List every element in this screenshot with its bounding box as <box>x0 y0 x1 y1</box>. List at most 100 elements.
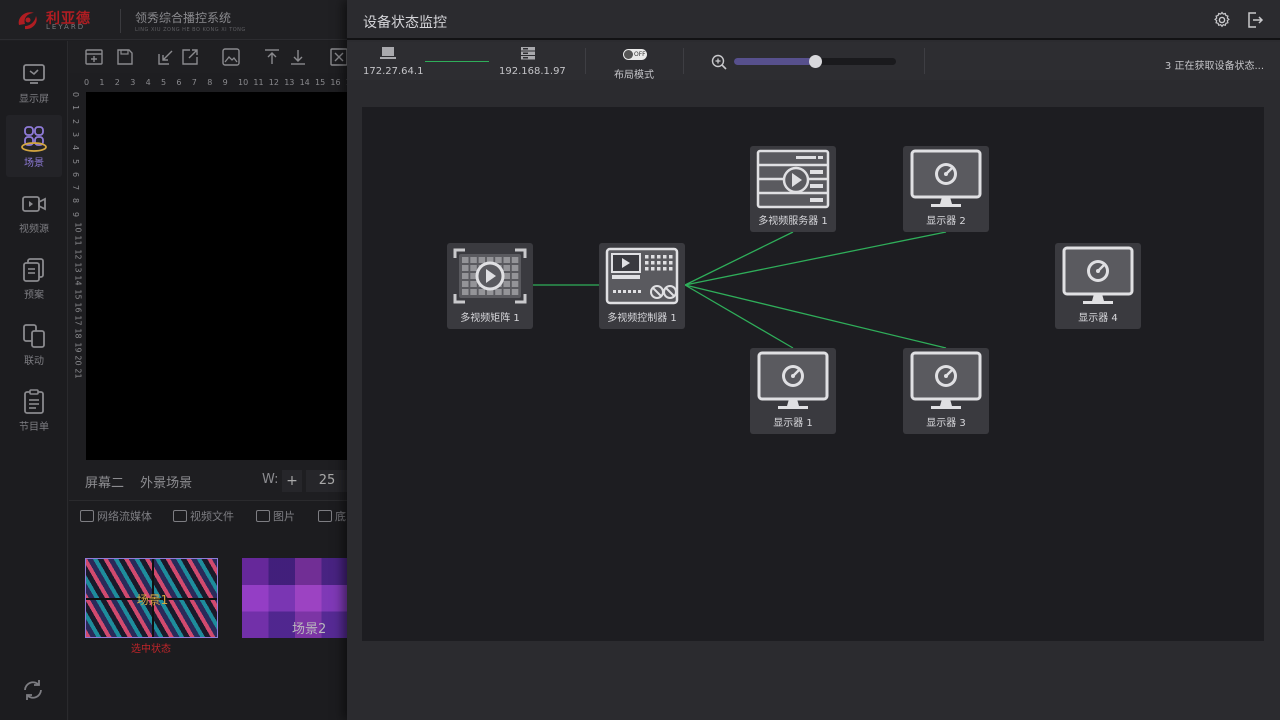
ruler-tick: 11 <box>73 235 83 246</box>
width-increment-button[interactable]: + <box>282 470 302 492</box>
sidebar-item-preset[interactable]: 预案 <box>6 247 62 309</box>
image-icon <box>256 510 270 522</box>
ruler-tick: 16 <box>73 302 83 313</box>
width-input[interactable]: 25 <box>306 470 348 492</box>
scene-thumbnail-2[interactable]: 场景2 <box>242 558 348 638</box>
device-node-display-3[interactable]: 显示器 3 <box>903 348 989 434</box>
device-node-video-server[interactable]: 多视频服务器 1 <box>750 146 836 232</box>
screen-canvas[interactable] <box>86 92 348 460</box>
sidebar-item-label: 视频源 <box>19 223 49 235</box>
zoom-slider[interactable] <box>734 55 896 68</box>
import-icon[interactable] <box>157 48 175 66</box>
scene-label: 场景2 <box>292 622 327 637</box>
ruler-tick: 12 <box>73 249 83 260</box>
ruler-tick: 13 <box>284 78 295 87</box>
toolbar-separator <box>924 48 925 74</box>
device-node-video-matrix[interactable]: 多视频矩阵 1 <box>447 243 533 329</box>
ruler-tick: 7 <box>191 78 197 87</box>
sidebar-item-label: 联动 <box>24 355 44 367</box>
ruler-tick: 10 <box>73 222 83 233</box>
device-label: 显示器 4 <box>1078 313 1118 324</box>
ruler-tick: 8 <box>71 198 81 204</box>
server-ip: 192.168.1.97 <box>499 66 566 77</box>
sidebar-item-display[interactable]: 显示屏 <box>6 51 62 113</box>
ruler-tick: 5 <box>71 158 81 164</box>
brand-logo: 利亚德 LEYARD <box>16 8 112 32</box>
link-controller-display1 <box>684 284 794 349</box>
add-window-icon[interactable] <box>85 48 103 66</box>
monitor-icon <box>910 149 982 209</box>
ruler-tick: 3 <box>71 131 81 137</box>
scene-selected-status: 选中状态 <box>131 644 171 655</box>
system-title: 领秀综合播控系统 LING XIU ZONG HE BO KONG XI TON… <box>120 9 246 33</box>
save-icon[interactable] <box>116 48 134 66</box>
tab-base[interactable]: 底 <box>318 508 346 524</box>
device-node-display-4[interactable]: 显示器 4 <box>1055 243 1141 329</box>
download-icon[interactable] <box>289 48 307 66</box>
tab-label: 视频文件 <box>190 510 234 523</box>
sidebar-item-label: 场景 <box>24 157 44 169</box>
sidebar-item-program-list[interactable]: 节目单 <box>6 379 62 441</box>
tab-label: 底 <box>335 510 346 523</box>
zoom-in-icon[interactable] <box>711 54 727 70</box>
device-node-display-2[interactable]: 显示器 2 <box>903 146 989 232</box>
gear-icon[interactable] <box>1213 11 1231 29</box>
device-label: 显示器 3 <box>926 418 966 429</box>
link-controller-server <box>684 231 794 286</box>
tab-label: 图片 <box>273 510 295 523</box>
vertical-ruler: 0 1 2 3 4 5 6 7 8 9 10 11 12 13 14 15 16 17 18 19 20 21 <box>71 90 83 440</box>
leyard-logo-icon <box>18 12 37 30</box>
video-controller-icon <box>605 247 679 305</box>
sidebar-item-video-source[interactable]: 视频源 <box>6 181 62 243</box>
scene-name: 外景场景 <box>140 476 193 491</box>
monitor-icon <box>757 351 829 411</box>
ruler-tick: 18 <box>73 328 83 339</box>
link-controller-display3 <box>684 284 947 349</box>
panel-title: 设备状态监控 <box>363 15 447 31</box>
sidebar-item-scene[interactable]: 场景 <box>6 115 62 177</box>
ruler-tick: 14 <box>73 275 83 286</box>
ruler-tick: 4 <box>71 145 81 151</box>
device-node-video-controller[interactable]: 多视频控制器 1 <box>599 243 685 329</box>
scene-label: 场景1 <box>136 593 169 607</box>
tab-network-stream[interactable]: 网络流媒体 <box>80 508 152 524</box>
sidebar: 显示屏 场景 视频源 预案 联动 节目单 <box>0 41 68 720</box>
video-matrix-icon <box>453 248 527 304</box>
monitor-header: 设备状态监控 <box>347 0 1280 40</box>
device-label: 多视频矩阵 1 <box>460 313 520 324</box>
system-title-pinyin: LING XIU ZONG HE BO KONG XI TONG <box>135 27 246 33</box>
device-node-display-1[interactable]: 显示器 1 <box>750 348 836 434</box>
sidebar-item-label: 节目单 <box>19 421 49 433</box>
tab-images[interactable]: 图片 <box>256 508 295 524</box>
ruler-tick: 3 <box>130 78 136 87</box>
horizontal-ruler: 01234567891011121314151617 <box>84 78 356 90</box>
preset-icon <box>23 257 44 282</box>
ruler-tick: 0 <box>84 78 90 87</box>
system-title-text: 领秀综合播控系统 <box>135 11 232 25</box>
ruler-tick: 12 <box>268 78 279 87</box>
ruler-tick: 1 <box>99 78 105 87</box>
linkage-icon <box>23 323 45 348</box>
image-edit-icon[interactable] <box>222 48 240 66</box>
ruler-tick: 15 <box>73 288 83 300</box>
ruler-tick: 13 <box>73 262 83 273</box>
ruler-tick: 16 <box>330 78 341 87</box>
sidebar-item-linkage[interactable]: 联动 <box>6 313 62 375</box>
zoom-slider-handle[interactable] <box>809 55 822 68</box>
tab-video-files[interactable]: 视频文件 <box>173 508 234 524</box>
upload-icon[interactable] <box>263 48 281 66</box>
layout-mode-toggle[interactable]: OFF <box>623 49 647 60</box>
close-window-icon[interactable] <box>330 48 348 66</box>
zoom-slider-fill <box>734 58 815 65</box>
editor-toolbar <box>69 41 349 73</box>
scene-thumbnail-1[interactable]: 场景1 <box>85 558 218 638</box>
folder-icon <box>173 510 187 522</box>
ruler-tick: 8 <box>207 78 213 87</box>
topology-canvas[interactable]: 多视频矩阵 1 多视频控制器 1 多视频服务器 1 显示器 1 显示器 2 显示… <box>362 107 1264 641</box>
refresh-icon[interactable] <box>19 676 47 704</box>
device-status-text: 3 正在获取设备状态... <box>1164 61 1264 72</box>
ruler-tick: 17 <box>73 315 83 326</box>
exit-icon[interactable] <box>1246 11 1264 29</box>
export-icon[interactable] <box>181 48 199 66</box>
network-stream-icon <box>80 510 94 522</box>
